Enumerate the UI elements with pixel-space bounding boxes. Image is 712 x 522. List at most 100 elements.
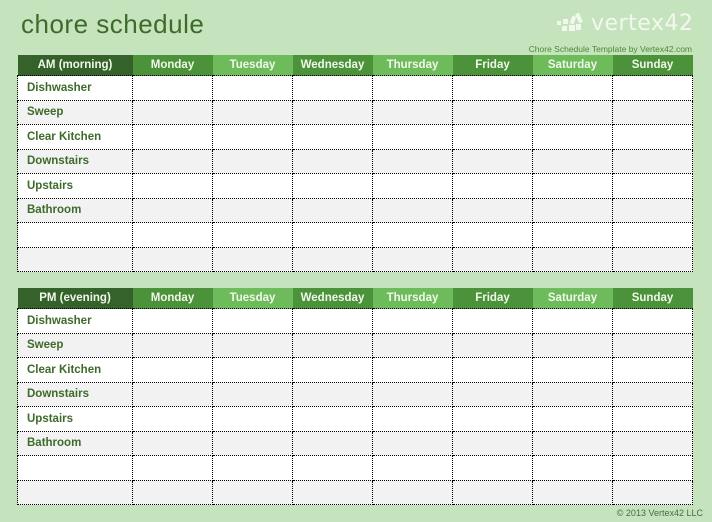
schedule-cell-wednesday[interactable] (292, 479, 373, 505)
schedule-cell-friday[interactable] (452, 430, 533, 456)
schedule-cell-friday[interactable] (452, 357, 533, 383)
schedule-cell-thursday[interactable] (372, 479, 453, 505)
schedule-cell-monday[interactable] (132, 308, 213, 334)
schedule-cell-saturday[interactable] (532, 197, 613, 223)
chore-name-cell[interactable]: Sweep (17, 332, 133, 358)
schedule-cell-wednesday[interactable] (292, 455, 373, 481)
schedule-cell-saturday[interactable] (532, 173, 613, 199)
schedule-cell-tuesday[interactable] (212, 148, 293, 174)
chore-name-cell[interactable] (17, 246, 133, 272)
schedule-cell-sunday[interactable] (612, 246, 693, 272)
schedule-cell-wednesday[interactable] (292, 75, 373, 101)
schedule-cell-monday[interactable] (132, 430, 213, 456)
schedule-cell-monday[interactable] (132, 246, 213, 272)
schedule-cell-monday[interactable] (132, 357, 213, 383)
schedule-cell-monday[interactable] (132, 479, 213, 505)
schedule-cell-thursday[interactable] (372, 308, 453, 334)
schedule-cell-monday[interactable] (132, 99, 213, 125)
schedule-cell-monday[interactable] (132, 332, 213, 358)
schedule-cell-saturday[interactable] (532, 124, 613, 150)
schedule-cell-monday[interactable] (132, 222, 213, 248)
chore-name-cell[interactable] (17, 455, 133, 481)
schedule-cell-thursday[interactable] (372, 430, 453, 456)
schedule-cell-wednesday[interactable] (292, 173, 373, 199)
schedule-cell-thursday[interactable] (372, 173, 453, 199)
schedule-cell-wednesday[interactable] (292, 197, 373, 223)
schedule-cell-thursday[interactable] (372, 75, 453, 101)
schedule-cell-wednesday[interactable] (292, 222, 373, 248)
schedule-cell-thursday[interactable] (372, 197, 453, 223)
schedule-cell-saturday[interactable] (532, 455, 613, 481)
chore-name-cell[interactable]: Clear Kitchen (17, 124, 133, 150)
schedule-cell-wednesday[interactable] (292, 99, 373, 125)
schedule-cell-friday[interactable] (452, 246, 533, 272)
schedule-cell-monday[interactable] (132, 381, 213, 407)
schedule-cell-thursday[interactable] (372, 357, 453, 383)
schedule-cell-thursday[interactable] (372, 148, 453, 174)
schedule-cell-saturday[interactable] (532, 308, 613, 334)
schedule-cell-tuesday[interactable] (212, 455, 293, 481)
schedule-cell-saturday[interactable] (532, 75, 613, 101)
chore-name-cell[interactable]: Clear Kitchen (17, 357, 133, 383)
schedule-cell-tuesday[interactable] (212, 430, 293, 456)
schedule-cell-wednesday[interactable] (292, 357, 373, 383)
schedule-cell-sunday[interactable] (612, 197, 693, 223)
schedule-cell-sunday[interactable] (612, 455, 693, 481)
schedule-cell-tuesday[interactable] (212, 75, 293, 101)
schedule-cell-wednesday[interactable] (292, 148, 373, 174)
schedule-cell-tuesday[interactable] (212, 173, 293, 199)
schedule-cell-wednesday[interactable] (292, 124, 373, 150)
schedule-cell-sunday[interactable] (612, 332, 693, 358)
chore-name-cell[interactable]: Upstairs (17, 406, 133, 432)
schedule-cell-wednesday[interactable] (292, 406, 373, 432)
schedule-cell-sunday[interactable] (612, 406, 693, 432)
schedule-cell-thursday[interactable] (372, 222, 453, 248)
schedule-cell-friday[interactable] (452, 308, 533, 334)
schedule-cell-wednesday[interactable] (292, 430, 373, 456)
schedule-cell-friday[interactable] (452, 222, 533, 248)
schedule-cell-saturday[interactable] (532, 99, 613, 125)
chore-name-cell[interactable]: Downstairs (17, 148, 133, 174)
schedule-cell-tuesday[interactable] (212, 99, 293, 125)
schedule-cell-friday[interactable] (452, 406, 533, 432)
schedule-cell-wednesday[interactable] (292, 246, 373, 272)
schedule-cell-saturday[interactable] (532, 246, 613, 272)
schedule-cell-tuesday[interactable] (212, 332, 293, 358)
schedule-cell-wednesday[interactable] (292, 381, 373, 407)
schedule-cell-friday[interactable] (452, 479, 533, 505)
schedule-cell-sunday[interactable] (612, 124, 693, 150)
schedule-cell-monday[interactable] (132, 75, 213, 101)
schedule-cell-sunday[interactable] (612, 479, 693, 505)
schedule-cell-thursday[interactable] (372, 332, 453, 358)
schedule-cell-friday[interactable] (452, 332, 533, 358)
template-credit-link[interactable]: Chore Schedule Template by Vertex42.com (529, 44, 692, 54)
schedule-cell-saturday[interactable] (532, 222, 613, 248)
schedule-cell-saturday[interactable] (532, 357, 613, 383)
schedule-cell-thursday[interactable] (372, 455, 453, 481)
schedule-cell-thursday[interactable] (372, 124, 453, 150)
chore-name-cell[interactable] (17, 222, 133, 248)
schedule-cell-tuesday[interactable] (212, 246, 293, 272)
chore-name-cell[interactable]: Bathroom (17, 197, 133, 223)
chore-name-cell[interactable] (17, 479, 133, 505)
schedule-cell-thursday[interactable] (372, 406, 453, 432)
schedule-cell-friday[interactable] (452, 75, 533, 101)
schedule-cell-sunday[interactable] (612, 75, 693, 101)
schedule-cell-sunday[interactable] (612, 381, 693, 407)
schedule-cell-friday[interactable] (452, 381, 533, 407)
schedule-cell-friday[interactable] (452, 455, 533, 481)
schedule-cell-saturday[interactable] (532, 381, 613, 407)
schedule-cell-sunday[interactable] (612, 308, 693, 334)
schedule-cell-tuesday[interactable] (212, 357, 293, 383)
schedule-cell-tuesday[interactable] (212, 124, 293, 150)
schedule-cell-monday[interactable] (132, 173, 213, 199)
schedule-cell-friday[interactable] (452, 197, 533, 223)
schedule-cell-tuesday[interactable] (212, 479, 293, 505)
schedule-cell-friday[interactable] (452, 99, 533, 125)
chore-name-cell[interactable]: Dishwasher (17, 75, 133, 101)
schedule-cell-tuesday[interactable] (212, 381, 293, 407)
schedule-cell-tuesday[interactable] (212, 197, 293, 223)
schedule-cell-monday[interactable] (132, 197, 213, 223)
chore-name-cell[interactable]: Sweep (17, 99, 133, 125)
schedule-cell-friday[interactable] (452, 173, 533, 199)
